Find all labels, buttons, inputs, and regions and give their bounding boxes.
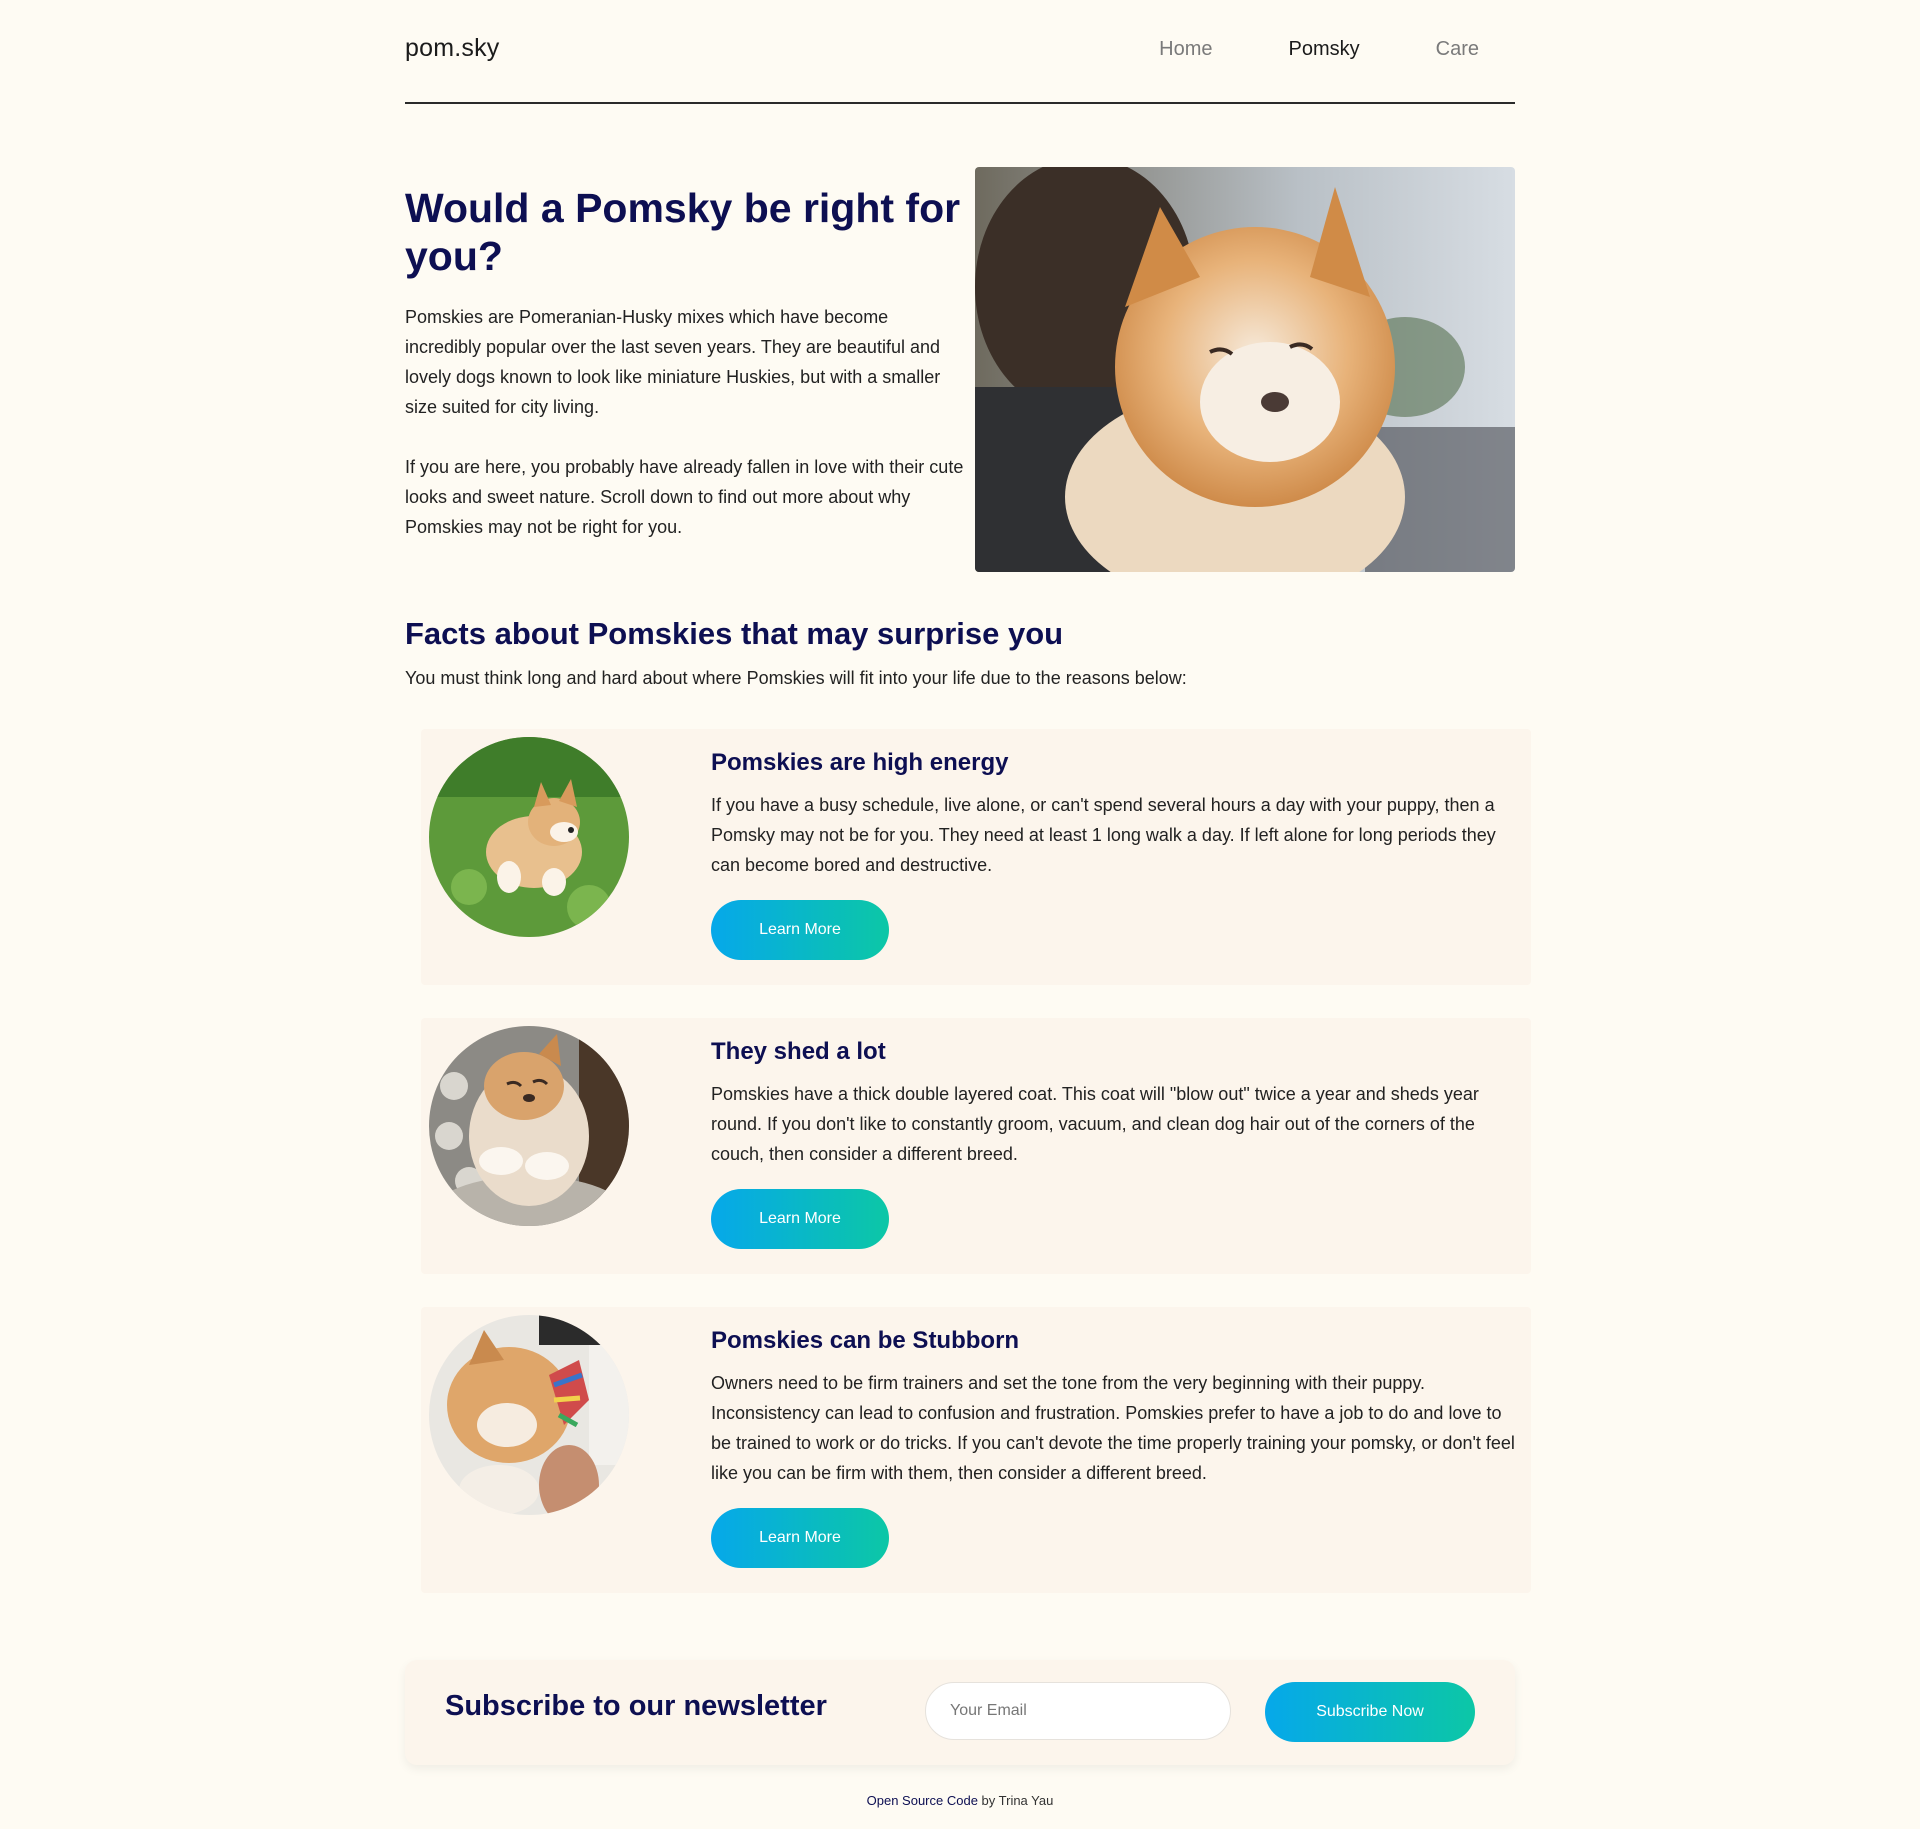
- fact-card-photo: [429, 1026, 629, 1226]
- hero-title: Would a Pomsky be right for you?: [405, 185, 961, 279]
- fact-card-body: They shed a lot Pomskies have a thick do…: [711, 1038, 1526, 1249]
- fact-card-title: They shed a lot: [711, 1038, 886, 1065]
- fact-card-body: Pomskies are high energy If you have a b…: [711, 749, 1526, 960]
- fact-card-photo: [429, 737, 629, 937]
- email-input[interactable]: [925, 1682, 1231, 1740]
- hero-dog-photo: [975, 167, 1515, 572]
- fact-card-text: Owners need to be firm trainers and set …: [711, 1373, 1515, 1483]
- subscribe-button[interactable]: Subscribe Now: [1265, 1682, 1475, 1742]
- fact-card-text: If you have a busy schedule, live alone,…: [711, 795, 1496, 875]
- facts-title: Facts about Pomskies that may surprise y…: [405, 616, 1064, 651]
- fact-card-photo: [429, 1315, 629, 1515]
- fact-card-text: Pomskies have a thick double layered coa…: [711, 1084, 1479, 1164]
- hero-paragraph: If you are here, you probably have alrea…: [405, 457, 964, 537]
- newsletter-section: Subscribe to our newsletter Subscribe No…: [405, 1660, 1515, 1765]
- footer-credit: by Trina Yau: [977, 1793, 1054, 1808]
- fact-card: Pomskies are high energy If you have a b…: [421, 729, 1531, 985]
- hero-section: Would a Pomsky be right for you? Pomskie…: [405, 184, 965, 542]
- fact-card: Pomskies can be Stubborn Owners need to …: [421, 1307, 1531, 1593]
- site-logo[interactable]: pom.sky: [405, 34, 499, 63]
- nav-home[interactable]: Home: [1159, 38, 1212, 61]
- site-header: pom.sky Home Pomsky Care: [405, 0, 1515, 104]
- nav-pomsky[interactable]: Pomsky: [1289, 38, 1360, 61]
- facts-subtitle: You must think long and hard about where…: [405, 668, 1187, 688]
- main-nav: Home Pomsky Care: [1083, 38, 1479, 61]
- site-footer: Open Source Code by Trina Yau: [405, 1793, 1515, 1808]
- fact-card: They shed a lot Pomskies have a thick do…: [421, 1018, 1531, 1274]
- learn-more-button[interactable]: Learn More: [711, 1508, 889, 1568]
- newsletter-title: Subscribe to our newsletter: [445, 1690, 827, 1722]
- learn-more-button[interactable]: Learn More: [711, 900, 889, 960]
- fact-card-title: Pomskies are high energy: [711, 749, 1009, 776]
- open-source-link[interactable]: Open Source Code: [867, 1793, 978, 1808]
- fact-card-title: Pomskies can be Stubborn: [711, 1327, 1020, 1354]
- learn-more-button[interactable]: Learn More: [711, 1189, 889, 1249]
- hero-paragraph: Pomskies are Pomeranian-Husky mixes whic…: [405, 307, 941, 417]
- fact-card-body: Pomskies can be Stubborn Owners need to …: [711, 1327, 1526, 1568]
- nav-care[interactable]: Care: [1436, 38, 1479, 61]
